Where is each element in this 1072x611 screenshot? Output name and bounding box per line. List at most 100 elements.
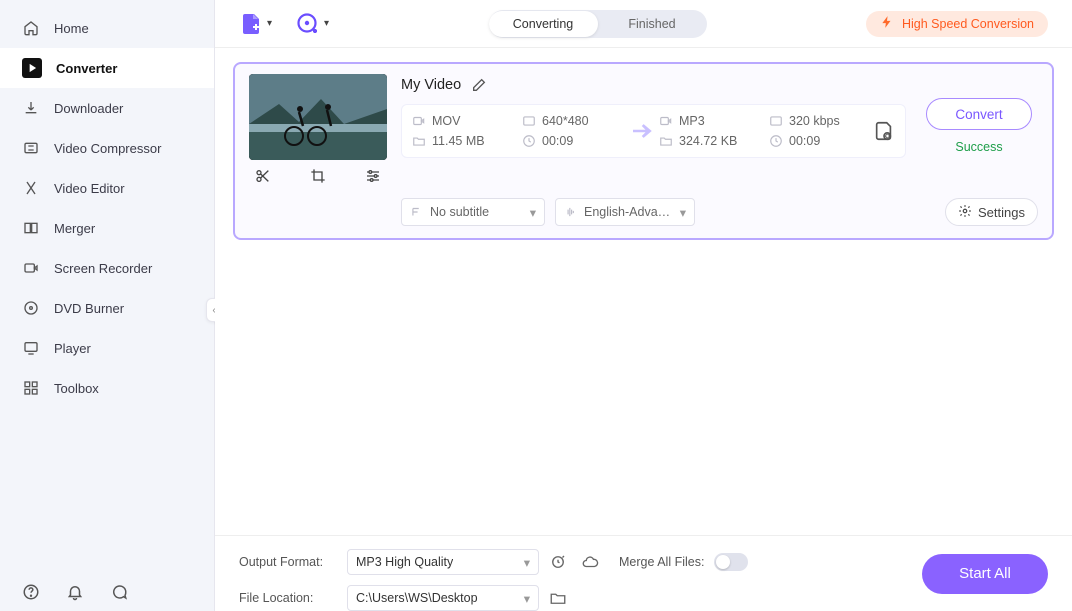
- output-format-label: Output Format:: [239, 555, 337, 569]
- gear-icon: [958, 204, 972, 221]
- sidebar-item-recorder[interactable]: Screen Recorder: [0, 248, 214, 288]
- open-folder-icon[interactable]: [549, 589, 567, 607]
- add-disc-icon: [296, 12, 320, 36]
- task-status: Success: [955, 140, 1002, 154]
- sidebar-item-label: Merger: [54, 221, 95, 236]
- help-icon[interactable]: [22, 583, 40, 601]
- high-speed-label: High Speed Conversion: [902, 17, 1034, 31]
- add-disc-button[interactable]: ▾: [296, 12, 329, 36]
- main-area: ▾ ▾ Converting Finished High Speed Conve…: [215, 0, 1072, 611]
- target-bitrate: 320 kbps: [789, 114, 840, 128]
- sidebar-item-player[interactable]: Player: [0, 328, 214, 368]
- subtitle-value: No subtitle: [430, 205, 524, 219]
- output-format-value: MP3 High Quality: [356, 555, 453, 569]
- sidebar-item-merger[interactable]: Merger: [0, 208, 214, 248]
- cloud-icon[interactable]: [581, 553, 599, 571]
- sidebar: Home Converter Downloader Video Compress…: [0, 0, 215, 611]
- sidebar-item-label: Downloader: [54, 101, 123, 116]
- merge-label: Merge All Files:: [619, 555, 704, 569]
- file-location-label: File Location:: [239, 591, 337, 605]
- bottombar: Output Format: MP3 High Quality ▾ Merge …: [215, 535, 1072, 611]
- source-duration: 00:09: [542, 134, 573, 148]
- chevron-down-icon: ▾: [524, 555, 530, 570]
- clock-icon: [522, 134, 536, 148]
- audio-dropdown[interactable]: English-Advan... ▾: [555, 198, 695, 226]
- home-icon: [22, 19, 40, 37]
- sidebar-item-compressor[interactable]: Video Compressor: [0, 128, 214, 168]
- source-size: 11.45 MB: [432, 134, 485, 148]
- status-toggle: Converting Finished: [489, 10, 707, 38]
- add-file-button[interactable]: ▾: [239, 12, 272, 36]
- edit-title-icon[interactable]: [471, 77, 487, 93]
- folder-icon: [412, 134, 426, 148]
- start-all-button[interactable]: Start All: [922, 554, 1048, 594]
- sidebar-item-toolbox[interactable]: Toolbox: [0, 368, 214, 408]
- sidebar-item-label: Video Compressor: [54, 141, 161, 156]
- target-duration: 00:09: [789, 134, 820, 148]
- sidebar-footer: [0, 573, 214, 611]
- sidebar-item-dvd[interactable]: DVD Burner: [0, 288, 214, 328]
- cut-icon[interactable]: [253, 166, 273, 186]
- file-location-dropdown[interactable]: C:\Users\WS\Desktop ▾: [347, 585, 539, 611]
- task-list: My Video MOV 640*480 11.45 MB 00:09 MP3: [215, 48, 1072, 535]
- sidebar-list: Home Converter Downloader Video Compress…: [0, 0, 214, 408]
- audio-icon: [659, 114, 673, 128]
- tab-finished[interactable]: Finished: [598, 11, 707, 37]
- sidebar-item-label: Converter: [56, 61, 117, 76]
- merge-toggle[interactable]: [714, 553, 748, 571]
- output-format-dropdown[interactable]: MP3 High Quality ▾: [347, 549, 539, 575]
- bitrate-icon: [769, 114, 783, 128]
- video-thumbnail[interactable]: [249, 74, 387, 160]
- chevron-down-icon: ▾: [530, 205, 536, 220]
- audio-value: English-Advan...: [584, 205, 674, 219]
- folder-icon: [659, 134, 673, 148]
- subtitle-dropdown[interactable]: No subtitle ▾: [401, 198, 545, 226]
- convert-button[interactable]: Convert: [926, 98, 1032, 130]
- sidebar-item-label: Toolbox: [54, 381, 99, 396]
- arrow-icon: [626, 116, 659, 146]
- source-info: MOV 640*480 11.45 MB 00:09: [412, 114, 626, 148]
- sidebar-item-label: Home: [54, 21, 89, 36]
- high-speed-badge[interactable]: High Speed Conversion: [866, 11, 1048, 37]
- bell-icon[interactable]: [66, 583, 84, 601]
- chevron-down-icon: ▾: [267, 18, 272, 29]
- sidebar-item-label: Screen Recorder: [54, 261, 152, 276]
- sidebar-item-home[interactable]: Home: [0, 8, 214, 48]
- format-settings-icon[interactable]: [873, 120, 895, 142]
- topbar: ▾ ▾ Converting Finished High Speed Conve…: [215, 0, 1072, 48]
- converter-icon: [22, 58, 42, 78]
- crop-icon[interactable]: [308, 166, 328, 186]
- chevron-down-icon: ▾: [680, 205, 686, 220]
- audiowave-icon: [564, 205, 578, 219]
- sidebar-item-converter[interactable]: Converter: [0, 48, 214, 88]
- source-format: MOV: [432, 114, 460, 128]
- task-settings-button[interactable]: Settings: [945, 198, 1038, 226]
- target-format: MP3: [679, 114, 705, 128]
- task-card[interactable]: My Video MOV 640*480 11.45 MB 00:09 MP3: [233, 62, 1054, 240]
- feedback-icon[interactable]: [110, 583, 128, 601]
- sidebar-item-downloader[interactable]: Downloader: [0, 88, 214, 128]
- bolt-icon: [880, 15, 894, 32]
- sidebar-item-label: Video Editor: [54, 181, 125, 196]
- gpu-accel-icon[interactable]: [549, 553, 567, 571]
- target-info: MP3 320 kbps 324.72 KB 00:09: [659, 114, 873, 148]
- resolution-icon: [522, 114, 536, 128]
- tab-converting[interactable]: Converting: [489, 11, 598, 37]
- video-icon: [412, 114, 426, 128]
- video-title: My Video: [401, 77, 461, 93]
- editor-icon: [22, 179, 40, 197]
- merger-icon: [22, 219, 40, 237]
- player-icon: [22, 339, 40, 357]
- recorder-icon: [22, 259, 40, 277]
- sidebar-item-label: Player: [54, 341, 91, 356]
- add-file-icon: [239, 12, 263, 36]
- sidebar-item-label: DVD Burner: [54, 301, 124, 316]
- dvd-icon: [22, 299, 40, 317]
- conversion-info: MOV 640*480 11.45 MB 00:09 MP3 320 kbps …: [401, 104, 906, 158]
- toolbox-icon: [22, 379, 40, 397]
- sidebar-item-editor[interactable]: Video Editor: [0, 168, 214, 208]
- adjust-icon[interactable]: [363, 166, 383, 186]
- chevron-down-icon: ▾: [524, 591, 530, 606]
- download-icon: [22, 99, 40, 117]
- subtitle-icon: [410, 205, 424, 219]
